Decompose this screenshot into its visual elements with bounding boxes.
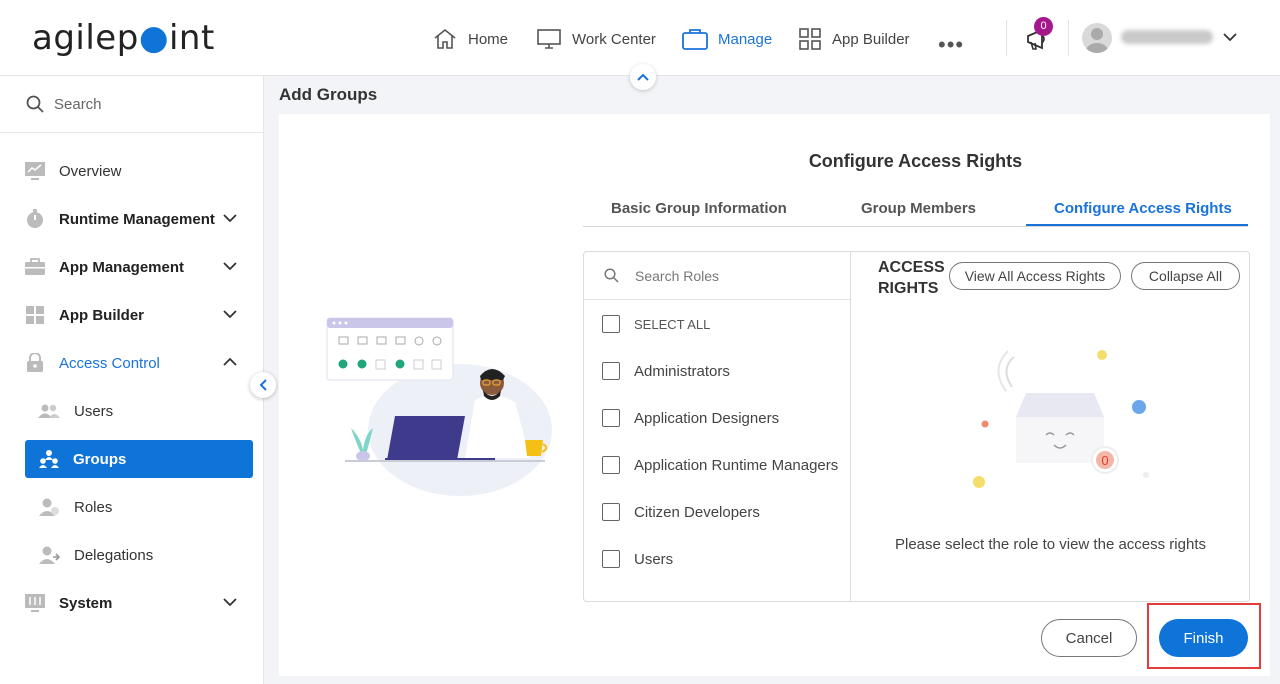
chevron-up-icon	[223, 357, 237, 366]
header-divider	[1068, 20, 1069, 56]
role-item[interactable]: Users	[602, 549, 673, 569]
sidebar-search-input[interactable]: Search	[0, 76, 263, 133]
roles-list: Search Roles SELECT ALL Administrators A…	[584, 252, 851, 601]
access-rights-heading: ACCESS RIGHTS	[878, 259, 945, 297]
more-menu[interactable]: •••	[938, 30, 964, 60]
header-divider	[1006, 20, 1007, 56]
grid-icon	[799, 28, 821, 50]
checkbox[interactable]	[602, 362, 620, 380]
empty-box-icon: 0	[973, 350, 1149, 488]
checkbox[interactable]	[602, 456, 620, 474]
briefcase-icon	[24, 256, 46, 278]
chevron-left-icon	[259, 379, 267, 391]
access-rights-panel: Search Roles SELECT ALL Administrators A…	[583, 251, 1250, 602]
tab-configure-access-rights[interactable]: Configure Access Rights	[1054, 200, 1232, 217]
empty-state-message: Please select the role to view the acces…	[895, 536, 1206, 553]
lock-icon	[24, 352, 46, 374]
notification-count-badge: 0	[1034, 17, 1053, 36]
role-item[interactable]: Application Designers	[602, 408, 779, 428]
collapse-sidebar-button[interactable]	[250, 372, 276, 398]
role-item[interactable]: Application Runtime Managers	[602, 455, 838, 475]
avatar[interactable]	[1082, 23, 1112, 53]
checkbox[interactable]	[602, 315, 620, 333]
delegation-icon	[38, 544, 60, 566]
grid-icon	[24, 304, 46, 326]
sidebar-item-runtime-management[interactable]: Runtime Management	[0, 199, 263, 239]
search-icon	[604, 268, 619, 283]
stopwatch-icon	[24, 208, 46, 230]
chevron-up-icon	[637, 73, 649, 81]
sidebar: Search Overview Runtime Management App M…	[0, 76, 264, 684]
chevron-down-icon	[1223, 33, 1237, 42]
checkbox[interactable]	[602, 503, 620, 521]
nav-app-builder[interactable]: App Builder	[798, 24, 910, 54]
chevron-down-icon	[223, 214, 237, 223]
nav-work-center[interactable]: Work Center	[536, 24, 656, 54]
user-menu-chevron[interactable]	[1222, 30, 1238, 49]
system-icon	[24, 592, 46, 614]
sidebar-item-groups[interactable]: Groups	[25, 440, 253, 478]
users-icon	[38, 400, 60, 422]
active-tab-indicator	[1026, 224, 1248, 226]
sidebar-item-app-builder[interactable]: App Builder	[0, 295, 263, 335]
sidebar-item-access-control[interactable]: Access Control	[0, 343, 263, 383]
page-title: Add Groups	[279, 85, 378, 104]
user-icon	[1086, 28, 1108, 53]
agilepoint-logo[interactable]: agilep●int	[32, 18, 215, 58]
sidebar-item-overview[interactable]: Overview	[0, 151, 263, 191]
checkbox[interactable]	[602, 409, 620, 427]
view-all-access-rights-button[interactable]: View All Access Rights	[949, 262, 1121, 290]
chevron-down-icon	[223, 310, 237, 319]
wizard-tabs: Basic Group Information Group Members Co…	[583, 196, 1248, 227]
finish-button[interactable]: Finish	[1159, 619, 1248, 657]
chart-icon	[24, 160, 46, 182]
briefcase-icon	[682, 29, 708, 50]
nav-home[interactable]: Home	[432, 24, 508, 54]
chevron-down-icon	[223, 598, 237, 607]
illustration-person-at-laptop-image	[326, 317, 552, 496]
checkbox[interactable]	[602, 550, 620, 568]
nav-manage[interactable]: Manage	[682, 24, 772, 54]
tab-basic-group-information[interactable]: Basic Group Information	[611, 200, 787, 217]
sidebar-item-delegations[interactable]: Delegations	[0, 535, 263, 575]
sidebar-item-users[interactable]: Users	[0, 391, 263, 431]
collapse-all-button[interactable]: Collapse All	[1131, 262, 1240, 290]
search-roles-input[interactable]: Search Roles	[584, 252, 850, 300]
section-title: Configure Access Rights	[808, 151, 1023, 171]
group-icon	[38, 448, 60, 470]
chevron-down-icon	[223, 262, 237, 271]
cancel-button[interactable]: Cancel	[1041, 619, 1137, 657]
role-item[interactable]: Administrators	[602, 361, 730, 381]
select-all-checkbox[interactable]: SELECT ALL	[602, 314, 710, 334]
roles-icon	[38, 496, 60, 518]
sidebar-item-system[interactable]: System	[0, 583, 263, 623]
sidebar-item-roles[interactable]: Roles	[0, 487, 263, 527]
collapse-header-button[interactable]	[630, 64, 656, 90]
role-item[interactable]: Citizen Developers	[602, 502, 760, 522]
sidebar-item-app-management[interactable]: App Management	[0, 247, 263, 287]
monitor-icon	[537, 29, 561, 49]
username-blurred[interactable]	[1121, 30, 1213, 44]
svg-text:0: 0	[1101, 453, 1108, 468]
home-icon	[434, 28, 456, 49]
search-icon	[26, 95, 44, 113]
tab-group-members[interactable]: Group Members	[861, 200, 976, 217]
